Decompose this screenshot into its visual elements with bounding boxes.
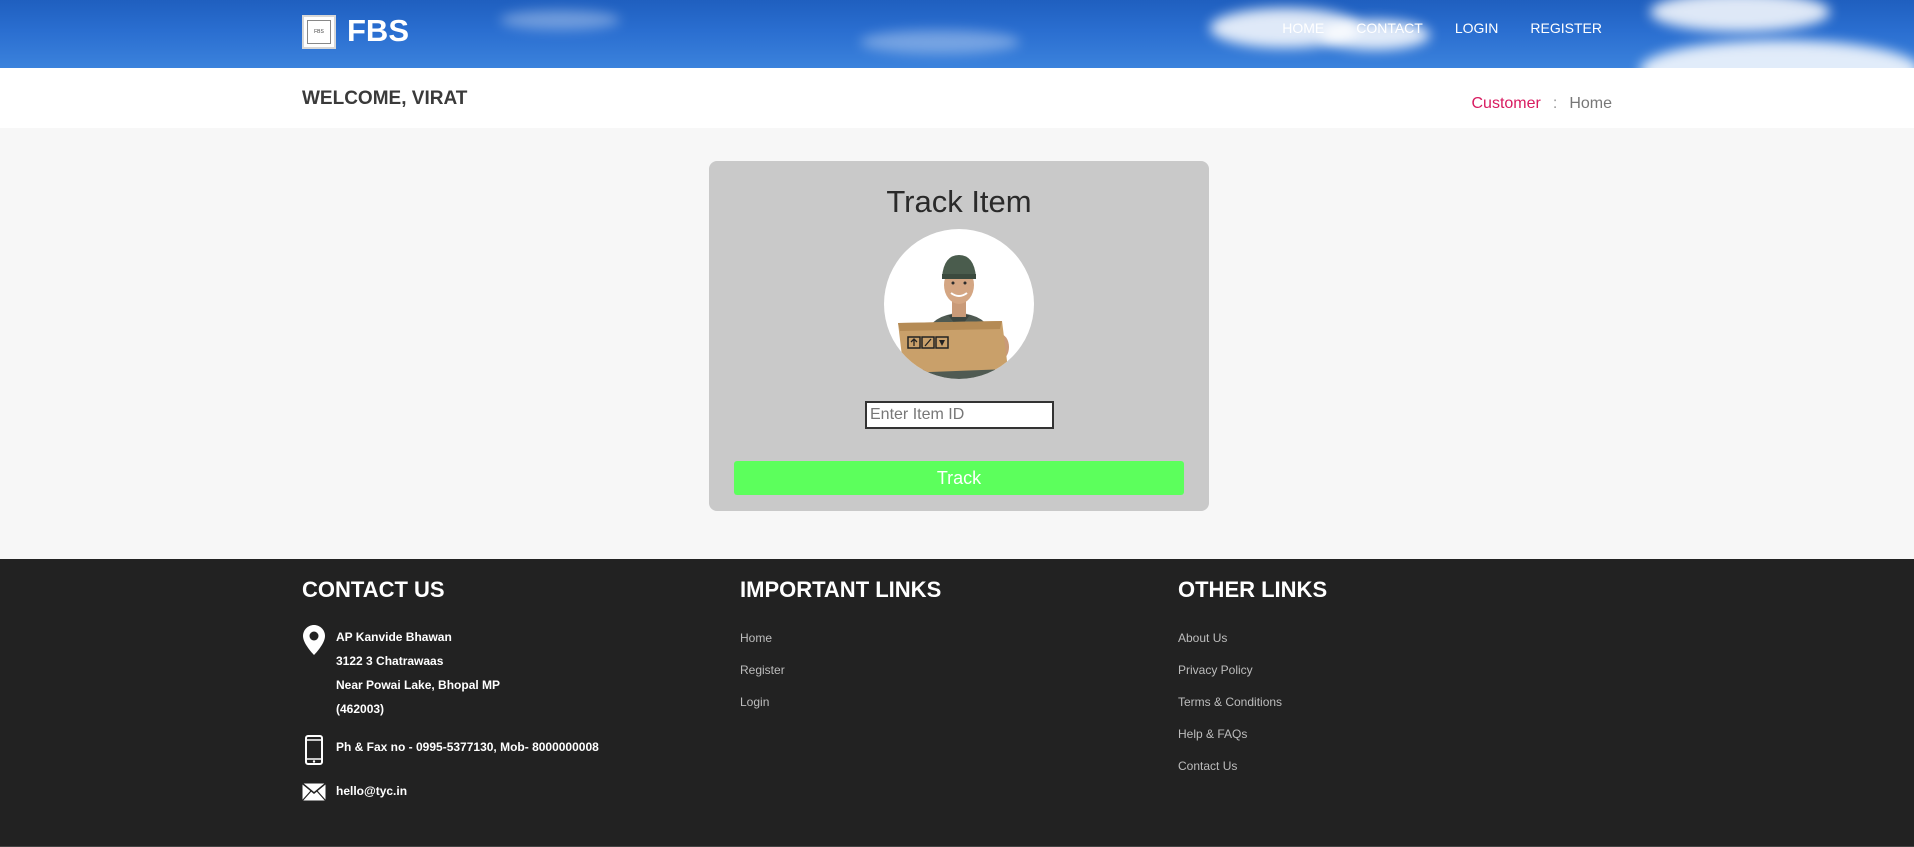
cloud-decoration <box>500 10 620 30</box>
footer-link-contact-us[interactable]: Contact Us <box>1178 759 1327 774</box>
cloud-decoration <box>1650 0 1830 32</box>
cloud-decoration <box>860 30 1020 54</box>
email-link[interactable]: hello@tyc.in <box>336 779 407 803</box>
footer-link-login[interactable]: Login <box>740 695 941 710</box>
breadcrumb-customer[interactable]: Customer <box>1472 95 1541 113</box>
footer-link-terms[interactable]: Terms & Conditions <box>1178 695 1327 710</box>
track-button[interactable]: Track <box>734 461 1184 495</box>
brand-name[interactable]: FBS <box>347 13 409 49</box>
footer-link-register[interactable]: Register <box>740 663 941 678</box>
cloud-decoration <box>1640 40 1914 68</box>
important-links-list: Home Register Login <box>740 631 941 710</box>
footer-link-help-faqs[interactable]: Help & FAQs <box>1178 727 1327 742</box>
location-pin-icon <box>302 625 326 721</box>
address-block: AP Kanvide Bhawan 3122 3 Chatrawaas Near… <box>302 625 599 721</box>
logo-mark: FBS <box>307 20 331 44</box>
welcome-bar: WELCOME, VIRAT Customer : Home <box>0 68 1914 128</box>
address-line: 3122 3 Chatrawaas <box>336 654 444 668</box>
contact-heading: CONTACT US <box>302 577 445 602</box>
footer-link-home[interactable]: Home <box>740 631 941 646</box>
delivery-man-illustration <box>898 255 1009 379</box>
important-links-heading: IMPORTANT LINKS <box>740 577 942 602</box>
logo-icon[interactable]: FBS <box>302 15 336 49</box>
address-line: Near Powai Lake, Bhopal MP <box>336 678 501 692</box>
card-title: Track Item <box>886 184 1032 219</box>
nav-login[interactable]: LOGIN <box>1455 20 1499 36</box>
address-line: AP Kanvide Bhawan <box>336 630 452 644</box>
phone-text: Ph & Fax no - 0995-5377130, Mob- 8000000… <box>336 740 599 754</box>
nav-register[interactable]: REGISTER <box>1530 20 1602 36</box>
footer-link-about-us[interactable]: About Us <box>1178 631 1327 646</box>
other-links-list: About Us Privacy Policy Terms & Conditio… <box>1178 631 1327 774</box>
site-footer: CONTACT US AP Kanvide Bhawan 3122 3 Chat… <box>0 559 1914 847</box>
welcome-message: WELCOME, VIRAT <box>302 88 468 109</box>
address-line: (462003) <box>336 702 385 716</box>
nav-contact[interactable]: CONTACT <box>1356 20 1423 36</box>
track-item-card: Track Item Enter Item ID Track <box>709 161 1209 511</box>
footer-other-links-column: OTHER LINKS About Us Privacy Policy Term… <box>1178 577 1327 791</box>
nav-home[interactable]: HOME <box>1282 20 1324 36</box>
item-id-input[interactable] <box>865 401 1054 429</box>
footer-important-links-column: IMPORTANT LINKS Home Register Login <box>740 577 941 727</box>
breadcrumb: Customer : Home <box>1472 95 1613 113</box>
footer-contact-column: CONTACT US AP Kanvide Bhawan 3122 3 Chat… <box>302 577 599 817</box>
address-lines: AP Kanvide Bhawan 3122 3 Chatrawaas Near… <box>336 625 500 721</box>
email-block: hello@tyc.in <box>302 779 599 803</box>
delivery-man-avatar <box>884 229 1034 379</box>
breadcrumb-separator: : <box>1552 95 1558 112</box>
mobile-phone-icon <box>302 735 326 765</box>
breadcrumb-home: Home <box>1569 95 1612 112</box>
site-header: FBS FBS HOME CONTACT LOGIN REGISTER <box>0 0 1914 68</box>
envelope-icon <box>302 779 326 803</box>
footer-link-privacy-policy[interactable]: Privacy Policy <box>1178 663 1327 678</box>
other-links-heading: OTHER LINKS <box>1178 577 1328 602</box>
phone-block: Ph & Fax no - 0995-5377130, Mob- 8000000… <box>302 735 599 765</box>
main-nav: HOME CONTACT LOGIN REGISTER <box>1282 20 1602 36</box>
